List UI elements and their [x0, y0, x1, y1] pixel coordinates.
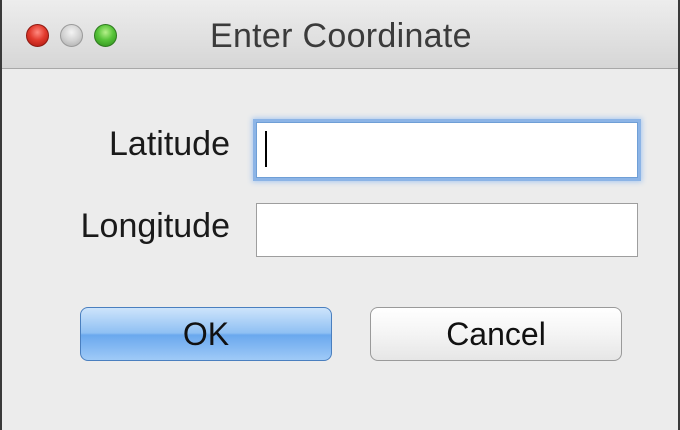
- window-title: Enter Coordinate: [210, 17, 472, 55]
- dialog-window: Enter Coordinate Latitude Longitude OK C…: [0, 0, 680, 430]
- ok-button[interactable]: OK: [80, 307, 332, 361]
- close-icon[interactable]: [26, 24, 49, 47]
- cancel-button[interactable]: Cancel: [370, 307, 622, 361]
- latitude-label: Latitude: [109, 125, 230, 163]
- latitude-input[interactable]: [256, 122, 638, 178]
- longitude-input[interactable]: [256, 203, 638, 257]
- minimize-icon[interactable]: [60, 24, 83, 47]
- zoom-icon[interactable]: [94, 24, 117, 47]
- title-bar[interactable]: Enter Coordinate: [2, 0, 678, 69]
- longitude-label: Longitude: [80, 207, 230, 245]
- text-caret: [265, 131, 267, 167]
